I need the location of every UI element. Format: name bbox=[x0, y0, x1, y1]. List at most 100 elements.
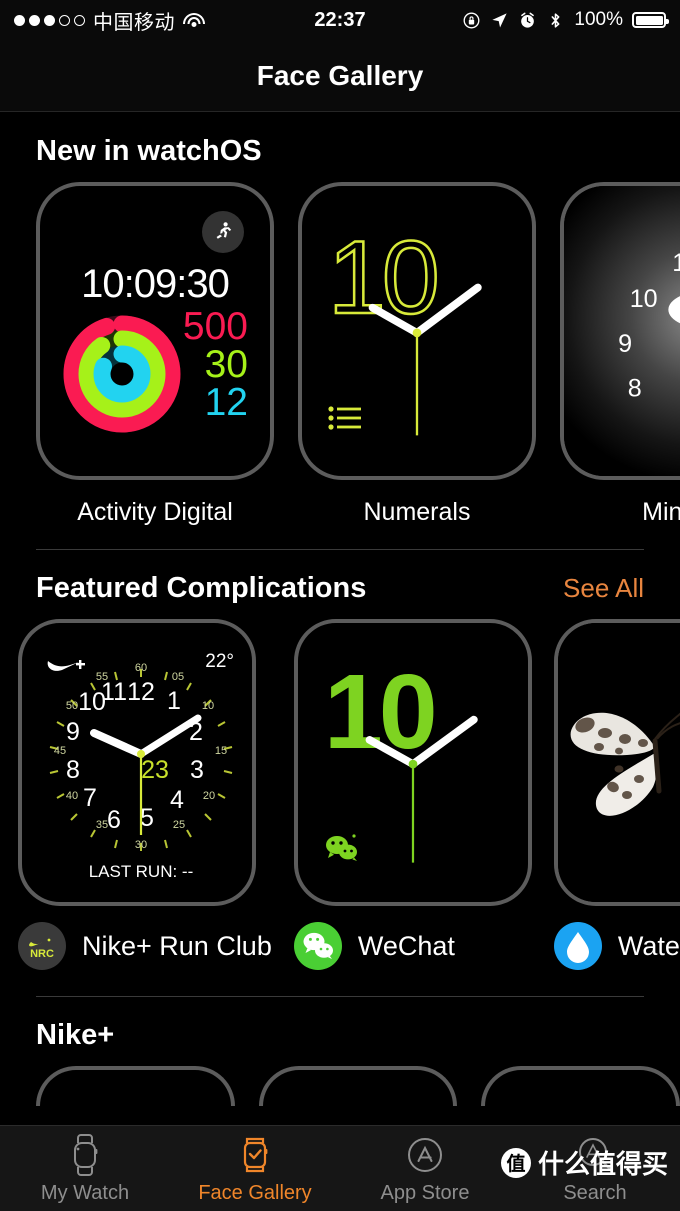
scroll-content[interactable]: New in watchOS 10:09:30 500 30 12 Activi… bbox=[0, 113, 680, 1125]
battery-full-icon bbox=[632, 12, 669, 28]
status-bar: 中国移动 22:37 100% bbox=[0, 0, 680, 40]
svg-text:5: 5 bbox=[140, 804, 154, 832]
watch-face-row-nike-plus[interactable] bbox=[0, 1066, 680, 1106]
watch-face-row-new-in-watchos[interactable]: 10:09:30 500 30 12 Activity Digital 10 N… bbox=[0, 182, 680, 527]
list-icon bbox=[328, 405, 362, 436]
running-person-icon bbox=[202, 211, 244, 253]
svg-text:12: 12 bbox=[127, 678, 155, 706]
svg-text:15: 15 bbox=[215, 745, 227, 757]
svg-text:05: 05 bbox=[172, 671, 184, 683]
svg-text:7: 7 bbox=[83, 784, 97, 812]
svg-text:11: 11 bbox=[101, 678, 127, 706]
exercise-value: 30 bbox=[204, 343, 248, 387]
watermark: 值 什么值得买 bbox=[500, 1144, 668, 1181]
complication-app-name: WeChat bbox=[357, 930, 455, 961]
watch-face-caption: Numerals bbox=[363, 498, 471, 526]
watermark-badge: 值 bbox=[500, 1147, 531, 1178]
svg-text:30: 30 bbox=[135, 839, 147, 851]
wechat-icon bbox=[293, 922, 342, 970]
watch-face-preview[interactable] bbox=[36, 1066, 235, 1106]
bluetooth-icon bbox=[551, 12, 560, 28]
move-value: 500 bbox=[182, 305, 248, 348]
complication-card-waterminder[interactable]: 10 63 WaterMinder bbox=[553, 619, 680, 970]
complication-app-name: WaterMinder bbox=[617, 930, 680, 961]
location-arrow-icon bbox=[492, 12, 508, 27]
motion-butterfly-artwork: 10 63 bbox=[557, 623, 680, 902]
digital-time: 10:09:30 bbox=[81, 262, 230, 306]
complication-app-row[interactable]: WeChat bbox=[293, 922, 532, 970]
complication-card-wechat[interactable]: 10 WeChat bbox=[293, 619, 532, 970]
watch-face-preview[interactable]: 22° 60 05 10 15 20 25 30 35 40 45 50 55 … bbox=[18, 619, 256, 906]
tab-face-gallery[interactable]: Face Gallery bbox=[170, 1126, 340, 1211]
section-title: Featured Complications bbox=[36, 572, 367, 604]
tab-app-store[interactable]: App Store bbox=[340, 1126, 510, 1211]
watch-face-preview[interactable] bbox=[258, 1066, 458, 1106]
watch-face-card-activity-digital[interactable]: 10:09:30 500 30 12 Activity Digital bbox=[36, 182, 274, 527]
battery-percent: 100% bbox=[574, 9, 623, 30]
section-header-nike-plus: Nike+ bbox=[0, 997, 680, 1066]
svg-text:1: 1 bbox=[167, 687, 181, 715]
svg-text:11: 11 bbox=[672, 249, 680, 277]
watch-face-preview[interactable] bbox=[481, 1066, 680, 1106]
watch-face-card-minnie[interactable]: 11 10 9 8 Minnie bbox=[560, 182, 680, 527]
complication-app-name: Nike+ Run Club bbox=[82, 930, 272, 961]
activity-rings bbox=[62, 314, 182, 434]
tab-label: App Store bbox=[380, 1182, 470, 1204]
svg-text:3: 3 bbox=[190, 756, 204, 784]
svg-text:10: 10 bbox=[630, 285, 658, 313]
app-screen: 中国移动 22:37 100% Face Gallery New in watc… bbox=[0, 0, 680, 1211]
svg-text:6: 6 bbox=[107, 806, 121, 834]
watch-face-caption: Minnie bbox=[642, 498, 680, 526]
svg-text:45: 45 bbox=[54, 745, 66, 757]
complication-app-row[interactable]: WaterMinder bbox=[553, 922, 680, 970]
carrier-name: 中国移动 bbox=[93, 11, 175, 34]
nike-analog-face: 22° 600510 152025 303540 455055 12 12 34… bbox=[47, 651, 234, 881]
svg-text:40: 40 bbox=[66, 790, 78, 802]
tab-label: Face Gallery bbox=[198, 1182, 312, 1204]
svg-text:60: 60 bbox=[135, 662, 147, 674]
svg-text:9: 9 bbox=[618, 330, 632, 358]
svg-text:4: 4 bbox=[170, 786, 184, 814]
status-bar-right: 100% bbox=[462, 9, 669, 31]
tab-my-watch[interactable]: My Watch bbox=[0, 1126, 170, 1211]
watch-face-preview[interactable]: 11 10 9 8 bbox=[560, 182, 680, 480]
page-title: Face Gallery bbox=[256, 59, 424, 91]
section-title: New in watchOS bbox=[36, 135, 262, 167]
svg-text:8: 8 bbox=[628, 375, 642, 403]
complication-app-row[interactable]: NRC Nike+ Run Club bbox=[18, 922, 272, 970]
complication-card-nike-run-club[interactable]: 22° 60 05 10 15 20 25 30 35 40 45 50 55 … bbox=[18, 619, 272, 970]
watch-face-preview[interactable]: 10 bbox=[293, 619, 532, 906]
alarm-clock-icon bbox=[521, 12, 535, 28]
app-store-icon bbox=[408, 1138, 442, 1172]
apple-watch-icon bbox=[74, 1134, 98, 1176]
complication-row[interactable]: 22° 60 05 10 15 20 25 30 35 40 45 50 55 … bbox=[0, 619, 680, 970]
svg-text:9: 9 bbox=[66, 718, 80, 746]
watch-face-card-numerals[interactable]: 10 Numerals bbox=[298, 182, 536, 527]
svg-text:50: 50 bbox=[66, 700, 78, 712]
status-bar-left: 中国移动 bbox=[14, 6, 205, 35]
activity-ring-values: 500 30 12 bbox=[182, 305, 248, 425]
wechat-bubble-icon bbox=[324, 833, 360, 866]
see-all-link[interactable]: See All bbox=[563, 573, 644, 604]
date-value: 23 bbox=[141, 756, 169, 784]
stand-value: 12 bbox=[204, 381, 248, 425]
section-header-new-in-watchos: New in watchOS bbox=[0, 113, 680, 182]
last-run-text: LAST RUN: -- bbox=[89, 862, 194, 881]
temperature: 22° bbox=[205, 651, 234, 672]
minnie-hour-marks: 11 10 9 8 bbox=[618, 249, 680, 403]
svg-text:20: 20 bbox=[203, 790, 215, 802]
section-header-featured-complications: Featured Complications See All bbox=[0, 550, 680, 619]
wifi-icon bbox=[183, 12, 205, 28]
water-drop-icon bbox=[553, 922, 602, 970]
watermark-text: 什么值得买 bbox=[537, 1149, 668, 1179]
watch-face-preview[interactable]: 10 63 bbox=[553, 619, 680, 906]
watch-face-preview[interactable]: 10:09:30 500 30 12 bbox=[36, 182, 274, 480]
nrc-icon: NRC bbox=[18, 922, 66, 970]
signal-strength-dots bbox=[14, 14, 85, 26]
watch-check-icon bbox=[243, 1137, 268, 1173]
svg-text:25: 25 bbox=[173, 819, 185, 831]
tab-label: Search bbox=[563, 1182, 627, 1204]
navigation-bar: Face Gallery bbox=[0, 40, 680, 112]
svg-text:10: 10 bbox=[202, 700, 214, 712]
watch-face-preview[interactable]: 10 bbox=[298, 182, 536, 480]
